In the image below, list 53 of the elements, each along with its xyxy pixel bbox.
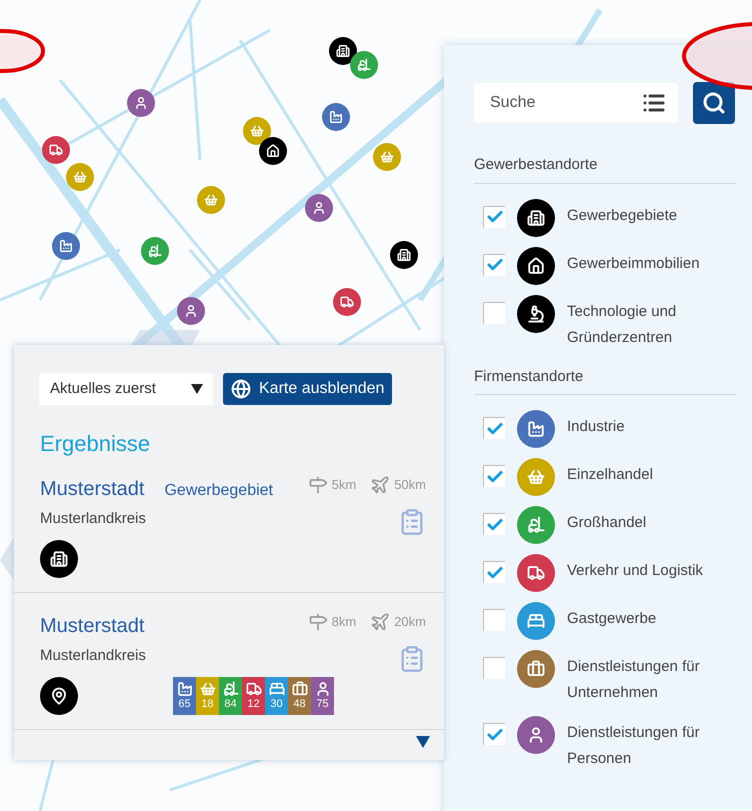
- results-heading: Ergebnisse: [39, 430, 152, 458]
- result-city-link[interactable]: Musterstadt: [40, 474, 144, 504]
- checkbox[interactable]: [483, 513, 505, 535]
- map-pin-icon: [40, 677, 78, 715]
- filter-label[interactable]: Industrie: [567, 414, 717, 440]
- category-count-badge: 65: [173, 677, 196, 715]
- highway-distance: 5km: [332, 476, 356, 494]
- filter-label[interactable]: Gewerbegebiete: [567, 202, 717, 228]
- filter-label[interactable]: Verkehr und Logistik: [567, 558, 717, 584]
- section-heading: Gewerbestandorte: [474, 154, 736, 184]
- category-count-badge: 30: [265, 677, 288, 715]
- scroll-down-caret-icon[interactable]: [416, 736, 430, 748]
- highway-icon: [308, 612, 328, 632]
- dropdown-caret-icon: [191, 383, 203, 395]
- plane-icon: [370, 475, 390, 495]
- result-type: Gewerbegebiet: [164, 481, 273, 501]
- highway-icon: [308, 475, 328, 495]
- checkbox[interactable]: [483, 465, 505, 487]
- result-district: Musterlandkreis: [40, 509, 146, 529]
- category-count-badge: 84: [219, 677, 242, 715]
- building-icon: [40, 540, 78, 578]
- search-icon: [702, 91, 726, 115]
- highway-distance: 8km: [332, 613, 356, 632]
- globe-icon: [231, 379, 251, 399]
- checkbox[interactable]: [483, 657, 505, 679]
- filter-label[interactable]: Technologie und Gründerzentren: [567, 298, 717, 350]
- result-district: Musterlandkreis: [40, 646, 146, 666]
- section-heading: Firmenstandorte: [474, 366, 736, 395]
- filter-label[interactable]: Dienstleistungen für Personen: [567, 720, 717, 772]
- airport-distance: 50km: [394, 476, 426, 494]
- filter-label[interactable]: Großhandel: [567, 510, 717, 536]
- checkbox[interactable]: [483, 561, 505, 583]
- filter-label[interactable]: Dienstleistungen für Unternehmen: [567, 654, 717, 706]
- checkbox[interactable]: [483, 254, 505, 276]
- hide-map-button[interactable]: Karte ausblenden: [223, 373, 392, 405]
- category-count-badge: 48: [288, 677, 311, 715]
- checkbox[interactable]: [483, 206, 505, 228]
- category-count-badge: 75: [311, 677, 334, 715]
- category-count-badge: 12: [242, 677, 265, 715]
- filter-label[interactable]: Gastgewerbe: [567, 606, 717, 632]
- category-count-badge: 18: [196, 677, 219, 715]
- checkbox[interactable]: [483, 417, 505, 439]
- airport-distance: 20km: [394, 613, 426, 632]
- search-button[interactable]: [693, 82, 735, 124]
- search-field[interactable]: Suche: [474, 83, 678, 123]
- checkbox[interactable]: [483, 609, 505, 631]
- plane-icon: [370, 612, 390, 632]
- filter-label[interactable]: Einzelhandel: [567, 462, 717, 488]
- filter-label[interactable]: Gewerbeimmobilien: [567, 250, 717, 276]
- sort-dropdown[interactable]: Aktuelles zuerst: [39, 373, 213, 405]
- result-city-link[interactable]: Musterstadt: [40, 611, 144, 641]
- checkbox[interactable]: [483, 302, 505, 324]
- checkbox[interactable]: [483, 723, 505, 745]
